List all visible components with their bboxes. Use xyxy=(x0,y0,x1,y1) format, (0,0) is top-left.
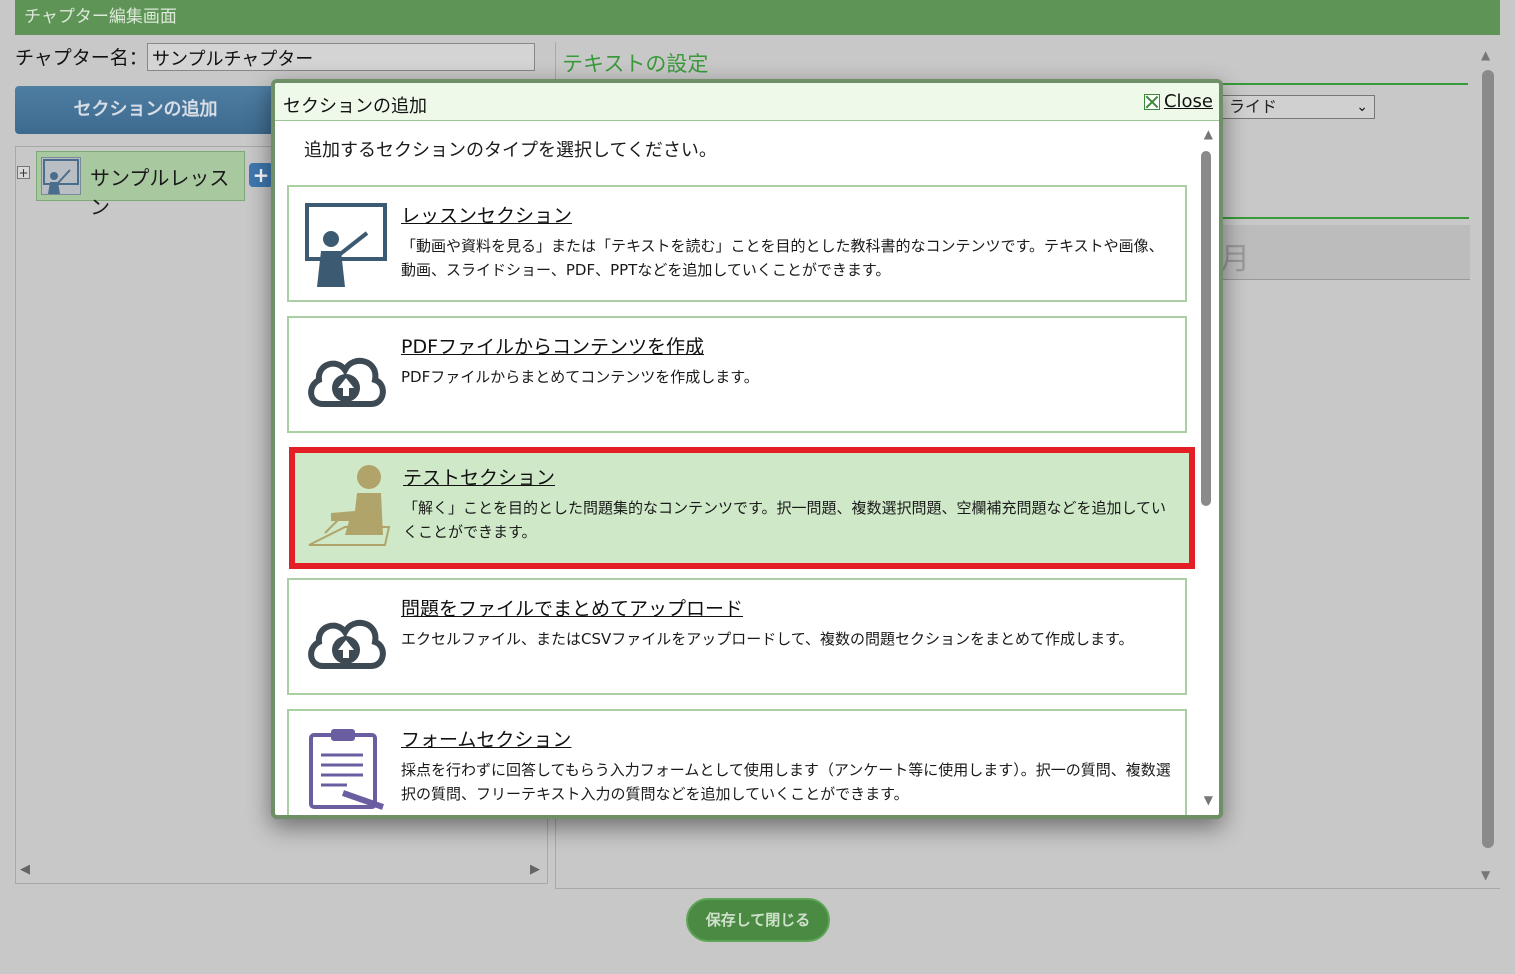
card-title: レッスンセクション xyxy=(401,205,573,227)
add-section-dialog: セクションの追加 Close 追加するセクションのタイプを選択してください。 ▲… xyxy=(271,79,1223,819)
section-type-lesson[interactable]: レッスンセクション 「動画や資料を見る」または「テキストを読む」ことを目的とした… xyxy=(287,185,1187,302)
partial-glyph: 月 xyxy=(1220,242,1250,277)
card-title: 問題をファイルでまとめてアップロード xyxy=(401,598,744,620)
scroll-right-arrow-icon[interactable]: ▶ xyxy=(530,862,540,877)
lesson-icon xyxy=(41,157,81,195)
page-title-bar: チャプター編集画面 xyxy=(15,0,1500,35)
card-description: 「解く」ことを目的とした問題集的なコンテンツです。択一問題、複数選択問題、空欄補… xyxy=(403,499,1167,541)
student-writing-icon xyxy=(305,463,391,549)
slide-select-value: ライド xyxy=(1229,97,1278,116)
page-scrollbar[interactable] xyxy=(1482,70,1494,848)
settings-header-box xyxy=(1219,225,1470,280)
section-type-bulk-upload[interactable]: 問題をファイルでまとめてアップロード エクセルファイル、またはCSVファイルをア… xyxy=(287,578,1187,695)
add-child-icon[interactable]: + xyxy=(249,163,273,187)
clipboard-form-icon xyxy=(303,725,389,811)
section-type-pdf[interactable]: PDFファイルからコンテンツを作成 PDFファイルからまとめてコンテンツを作成し… xyxy=(287,316,1187,433)
scroll-left-arrow-icon[interactable]: ◀ xyxy=(20,862,30,877)
dialog-instruction: 追加するセクションのタイプを選択してください。 xyxy=(304,140,717,161)
add-section-button[interactable]: セクションの追加 xyxy=(15,86,280,134)
chapter-name-label: チャプター名： xyxy=(15,47,148,69)
card-description: 採点を行わずに回答してもらう入力フォームとして使用します（アンケート等に使用しま… xyxy=(401,761,1171,803)
dialog-body: 追加するセクションのタイプを選択してください。 ▲ ▼ レッスンセクション 「動… xyxy=(275,121,1219,815)
close-button[interactable]: Close xyxy=(1143,91,1213,112)
section-type-test[interactable]: テストセクション 「解く」ことを目的とした問題集的なコンテンツです。択一問題、複… xyxy=(289,447,1195,569)
scroll-down-arrow-icon[interactable]: ▼ xyxy=(1204,793,1213,807)
section-type-form[interactable]: フォームセクション 採点を行わずに回答してもらう入力フォームとして使用します（ア… xyxy=(287,709,1187,815)
card-description: エクセルファイル、またはCSVファイルをアップロードして、複数の問題セクションを… xyxy=(401,630,1134,648)
slide-select[interactable]: ライド ⌄ xyxy=(1218,95,1375,119)
card-description: PDFファイルからまとめてコンテンツを作成します。 xyxy=(401,368,759,386)
card-title: PDFファイルからコンテンツを作成 xyxy=(401,336,705,358)
card-title: フォームセクション xyxy=(401,729,572,751)
scroll-down-arrow-icon[interactable]: ▼ xyxy=(1481,868,1490,882)
cloud-upload-icon xyxy=(303,332,389,418)
divider xyxy=(1219,217,1469,219)
tree-node-label: サンプルレッスン xyxy=(90,166,230,219)
save-close-button[interactable]: 保存して閉じる xyxy=(686,898,830,942)
tree-node-lesson[interactable]: サンプルレッスン xyxy=(36,151,245,219)
text-settings-title: テキストの設定 xyxy=(562,52,709,76)
close-icon xyxy=(1143,93,1160,110)
dialog-title: セクションの追加 xyxy=(283,96,427,117)
card-title: テストセクション xyxy=(403,467,556,489)
card-description: 「動画や資料を見る」または「テキストを読む」ことを目的とした教科書的なコンテンツ… xyxy=(401,237,1164,279)
scroll-up-arrow-icon[interactable]: ▲ xyxy=(1204,127,1213,141)
close-label: Close xyxy=(1163,91,1213,112)
chapter-name-input[interactable]: サンプルチャプター xyxy=(147,43,535,71)
teacher-board-icon xyxy=(303,201,389,287)
dialog-scrollbar[interactable] xyxy=(1201,151,1211,506)
scroll-up-arrow-icon[interactable]: ▲ xyxy=(1481,48,1490,62)
chevron-down-icon: ⌄ xyxy=(1356,99,1368,115)
page-title: チャプター編集画面 xyxy=(24,7,177,27)
dialog-header: セクションの追加 Close xyxy=(275,83,1219,121)
cloud-upload-icon xyxy=(303,594,389,680)
tree-expand-icon[interactable]: + xyxy=(17,166,30,179)
